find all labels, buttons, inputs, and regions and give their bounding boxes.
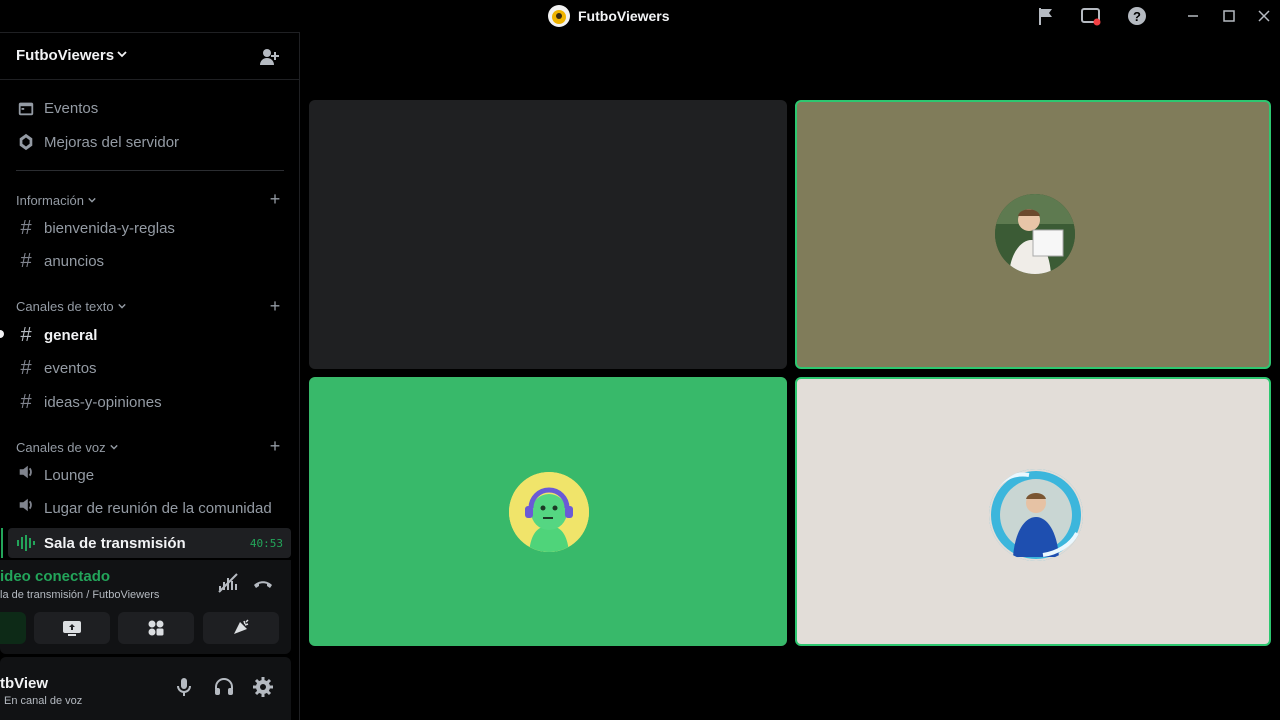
add-channel-icon[interactable]: + xyxy=(268,190,282,208)
speaker-icon xyxy=(16,463,36,487)
category-label: Canales de voz xyxy=(16,439,106,455)
text-channel-icon: # xyxy=(20,249,32,272)
channel-label: eventos xyxy=(44,359,97,377)
call-timer: 40:53 xyxy=(249,536,283,550)
unread-indicator xyxy=(0,330,4,338)
voice-activity-icon xyxy=(17,535,35,551)
video-tile-4[interactable] xyxy=(795,377,1271,646)
username[interactable]: tbView xyxy=(0,675,48,692)
activities-button[interactable] xyxy=(118,612,194,644)
text-channel-icon: # xyxy=(20,390,32,413)
channel-label: Lugar de reunión de la comunidad xyxy=(44,499,272,517)
screen-record-icon[interactable] xyxy=(1080,5,1102,27)
settings-gear-icon[interactable] xyxy=(251,675,275,699)
channel-label: anuncios xyxy=(44,252,105,270)
add-channel-icon[interactable]: + xyxy=(268,297,282,315)
video-tile-1[interactable] xyxy=(309,100,787,369)
video-tile-3[interactable] xyxy=(309,377,787,646)
calendar-icon xyxy=(16,98,36,118)
voice-connected-panel: ideo conectado la de transmisión / Futbo… xyxy=(0,560,291,654)
active-voice-channel-label: Sala de transmisión xyxy=(44,534,186,552)
channel-sidebar: FutboViewers Eventos Mejoras del servido… xyxy=(0,32,300,720)
nav-events-label: Eventos xyxy=(44,99,99,117)
chevron-down-icon xyxy=(109,444,118,450)
noise-suppression-icon[interactable] xyxy=(217,572,239,594)
channel-label: ideas-y-opiniones xyxy=(44,393,162,411)
svg-text:?: ? xyxy=(1133,9,1141,24)
voice-channel-lounge[interactable]: Lounge xyxy=(16,461,286,489)
chevron-down-icon xyxy=(117,51,127,58)
help-icon[interactable]: ? xyxy=(1126,5,1148,27)
channel-general[interactable]: # general xyxy=(16,321,286,349)
microphone-icon[interactable] xyxy=(172,675,196,699)
activities-icon xyxy=(148,620,164,636)
category-canales-voz[interactable]: Canales de voz xyxy=(16,439,118,455)
chevron-down-icon xyxy=(117,303,126,309)
add-channel-icon[interactable]: + xyxy=(268,437,282,455)
voice-status[interactable]: ideo conectado xyxy=(0,568,110,585)
channel-label: bienvenida-y-reglas xyxy=(44,219,175,237)
nav-events[interactable]: Eventos xyxy=(16,96,98,120)
screen-share-icon xyxy=(63,621,81,636)
flag-icon[interactable] xyxy=(1035,5,1057,27)
soundboard-button[interactable] xyxy=(203,612,279,644)
voice-location[interactable]: la de transmisión / FutboViewers xyxy=(0,589,159,601)
active-voice-indicator xyxy=(1,528,3,558)
speaker-icon xyxy=(16,496,36,520)
invite-user-icon[interactable] xyxy=(258,46,280,68)
channel-label: general xyxy=(44,326,98,344)
channel-anuncios[interactable]: # anuncios xyxy=(16,247,286,275)
text-channel-icon: # xyxy=(20,216,32,239)
category-label: Información xyxy=(16,192,84,208)
boost-icon xyxy=(16,132,36,152)
maximize-icon[interactable] xyxy=(1218,5,1240,27)
server-logo-icon xyxy=(548,5,570,27)
nav-server-boost[interactable]: Mejoras del servidor xyxy=(16,130,179,154)
window-title: FutboViewers xyxy=(548,5,670,27)
divider xyxy=(16,170,284,171)
soundboard-icon xyxy=(234,619,249,634)
text-channel-icon: # xyxy=(20,356,32,379)
participant-avatar xyxy=(995,194,1075,274)
minimize-icon[interactable] xyxy=(1182,5,1204,27)
category-label: Canales de texto xyxy=(16,298,114,314)
disconnect-icon[interactable] xyxy=(252,572,274,594)
channel-ideas[interactable]: # ideas-y-opiniones xyxy=(16,388,286,416)
video-tile-2[interactable] xyxy=(795,100,1271,369)
participant-avatar xyxy=(989,469,1083,561)
text-channel-icon: # xyxy=(20,323,32,346)
camera-button[interactable] xyxy=(0,612,26,644)
participant-avatar xyxy=(509,472,589,552)
server-name: FutboViewers xyxy=(16,47,115,64)
channel-label: Lounge xyxy=(44,466,95,484)
window-title-text: FutboViewers xyxy=(578,8,670,24)
channel-eventos[interactable]: # eventos xyxy=(16,354,286,382)
user-panel: tbView En canal de voz xyxy=(0,657,291,720)
close-icon[interactable] xyxy=(1253,5,1275,27)
category-informacion[interactable]: Información xyxy=(16,192,96,208)
server-header[interactable]: FutboViewers xyxy=(0,33,300,80)
headphones-icon[interactable] xyxy=(212,675,236,699)
voice-channel-reunion[interactable]: Lugar de reunión de la comunidad xyxy=(16,494,286,522)
screen-share-button[interactable] xyxy=(34,612,110,644)
title-bar: FutboViewers ? xyxy=(0,0,1280,32)
chevron-down-icon xyxy=(88,197,96,203)
nav-server-boost-label: Mejoras del servidor xyxy=(44,133,180,151)
category-canales-texto[interactable]: Canales de texto xyxy=(16,298,126,314)
channel-bienvenida[interactable]: # bienvenida-y-reglas xyxy=(16,214,286,242)
user-status: En canal de voz xyxy=(4,695,83,707)
voice-channel-sala-transmision[interactable]: Sala de transmisión 40:53 xyxy=(8,528,291,558)
